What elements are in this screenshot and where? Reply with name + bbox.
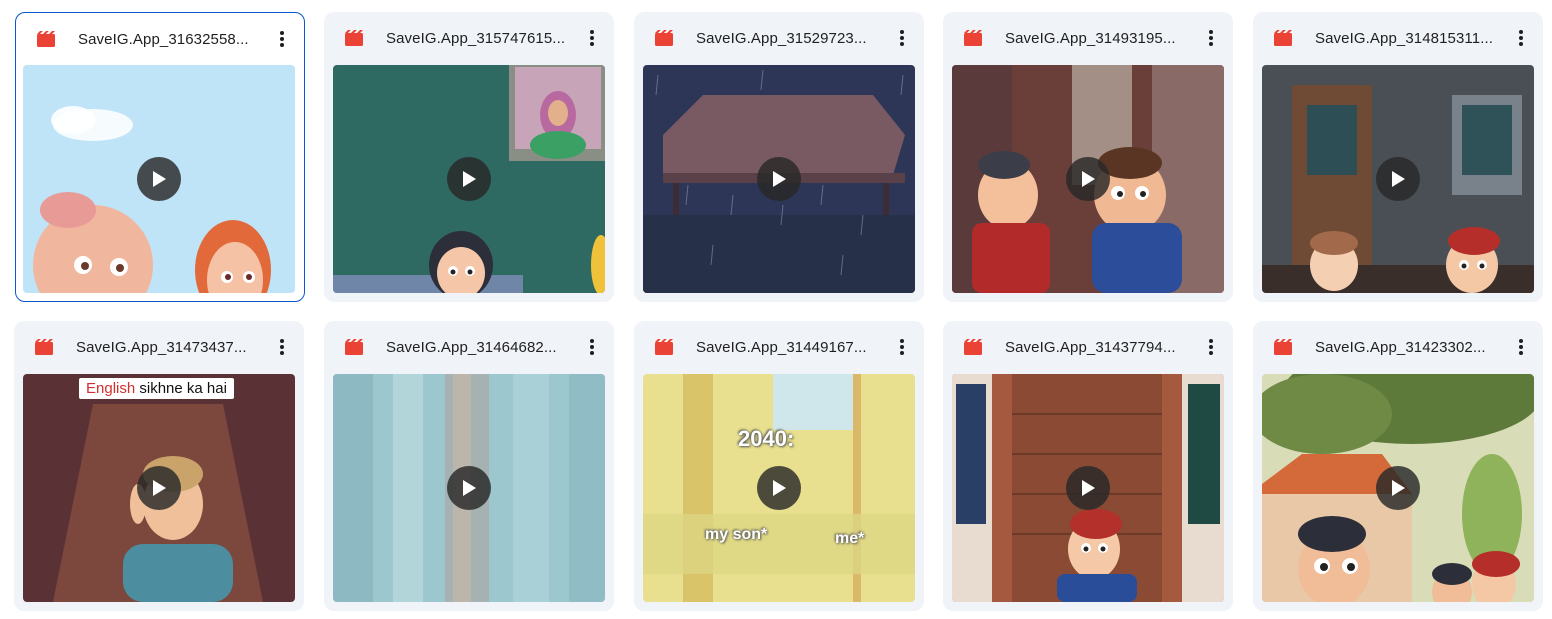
- play-icon: [153, 171, 166, 187]
- file-card[interactable]: SaveIG.App_314815311...: [1253, 12, 1543, 302]
- video-caption-year: 2040:: [738, 426, 795, 451]
- video-file-icon: [655, 339, 673, 355]
- file-card[interactable]: SaveIG.App_31493195...: [943, 12, 1233, 302]
- play-button[interactable]: [137, 157, 181, 201]
- file-name: SaveIG.App_31449167...: [696, 339, 867, 356]
- play-button[interactable]: [447, 157, 491, 201]
- card-header: SaveIG.App_314815311...: [1253, 12, 1543, 64]
- video-file-icon: [1274, 30, 1292, 46]
- card-header: SaveIG.App_31423302...: [1253, 321, 1543, 373]
- card-header: SaveIG.App_31464682...: [324, 321, 614, 373]
- video-file-icon: [655, 30, 673, 46]
- card-header: SaveIG.App_31529723...: [634, 12, 924, 64]
- caption-highlight: English: [86, 380, 136, 397]
- file-card[interactable]: SaveIG.App_31632558...: [15, 12, 305, 302]
- video-thumbnail[interactable]: [1262, 374, 1534, 602]
- file-name: SaveIG.App_31437794...: [1005, 339, 1176, 356]
- more-actions-button[interactable]: [578, 333, 606, 361]
- card-header: SaveIG.App_315747615...: [324, 12, 614, 64]
- file-card[interactable]: SaveIG.App_31423302...: [1253, 321, 1543, 611]
- play-icon: [463, 480, 476, 496]
- file-name: SaveIG.App_31493195...: [1005, 30, 1176, 47]
- more-vert-icon: [1209, 339, 1213, 355]
- file-name: SaveIG.App_31423302...: [1315, 339, 1486, 356]
- play-icon: [463, 171, 476, 187]
- file-card[interactable]: SaveIG.App_31449167... 2040: my son* me*: [634, 321, 924, 611]
- card-header: SaveIG.App_31449167...: [634, 321, 924, 373]
- more-actions-button[interactable]: [268, 25, 296, 53]
- file-card[interactable]: SaveIG.App_31529723...: [634, 12, 924, 302]
- more-vert-icon: [280, 339, 284, 355]
- caption-rest: sikhne ka hai: [139, 380, 227, 397]
- video-thumbnail[interactable]: [643, 65, 915, 293]
- more-vert-icon: [280, 31, 284, 47]
- play-button[interactable]: [757, 466, 801, 510]
- play-button[interactable]: [757, 157, 801, 201]
- play-icon: [1392, 171, 1405, 187]
- file-name: SaveIG.App_31632558...: [78, 31, 249, 48]
- play-button[interactable]: [1066, 466, 1110, 510]
- file-name: SaveIG.App_315747615...: [386, 30, 566, 47]
- card-header: SaveIG.App_31473437...: [14, 321, 304, 373]
- play-button[interactable]: [1066, 157, 1110, 201]
- file-name: SaveIG.App_31473437...: [76, 339, 247, 356]
- more-actions-button[interactable]: [578, 24, 606, 52]
- video-thumbnail[interactable]: [333, 374, 605, 602]
- play-icon: [1082, 171, 1095, 187]
- more-actions-button[interactable]: [1197, 333, 1225, 361]
- more-vert-icon: [1519, 339, 1523, 355]
- more-vert-icon: [590, 30, 594, 46]
- video-caption-me: me*: [835, 530, 865, 547]
- play-icon: [773, 171, 786, 187]
- video-thumbnail[interactable]: [952, 374, 1224, 602]
- file-card[interactable]: SaveIG.App_31473437... English sikhne ka…: [14, 321, 304, 611]
- video-thumbnail[interactable]: [952, 65, 1224, 293]
- more-actions-button[interactable]: [888, 333, 916, 361]
- more-vert-icon: [900, 339, 904, 355]
- video-thumbnail[interactable]: English sikhne ka hai: [23, 374, 295, 602]
- play-icon: [1392, 480, 1405, 496]
- file-name: SaveIG.App_314815311...: [1315, 30, 1493, 47]
- video-caption-son: my son*: [705, 526, 768, 543]
- play-button[interactable]: [1376, 466, 1420, 510]
- play-icon: [153, 480, 166, 496]
- more-actions-button[interactable]: [268, 333, 296, 361]
- more-actions-button[interactable]: [1197, 24, 1225, 52]
- video-thumbnail[interactable]: 2040: my son* me*: [643, 374, 915, 602]
- file-name: SaveIG.App_31464682...: [386, 339, 557, 356]
- more-actions-button[interactable]: [1507, 24, 1535, 52]
- file-grid: SaveIG.App_31632558... SaveIG.App_315747…: [0, 0, 1552, 619]
- video-thumbnail[interactable]: [1262, 65, 1534, 293]
- video-file-icon: [964, 30, 982, 46]
- video-file-icon: [964, 339, 982, 355]
- file-card[interactable]: SaveIG.App_31437794...: [943, 321, 1233, 611]
- video-file-icon: [1274, 339, 1292, 355]
- card-header: SaveIG.App_31493195...: [943, 12, 1233, 64]
- play-button[interactable]: [137, 466, 181, 510]
- more-vert-icon: [1209, 30, 1213, 46]
- video-caption: English sikhne ka hai: [79, 378, 234, 399]
- video-file-icon: [35, 339, 53, 355]
- file-name: SaveIG.App_31529723...: [696, 30, 867, 47]
- file-card[interactable]: SaveIG.App_31464682...: [324, 321, 614, 611]
- video-file-icon: [345, 339, 363, 355]
- card-header: SaveIG.App_31632558...: [16, 13, 304, 65]
- more-vert-icon: [1519, 30, 1523, 46]
- video-file-icon: [37, 31, 55, 47]
- video-file-icon: [345, 30, 363, 46]
- video-thumbnail[interactable]: [333, 65, 605, 293]
- card-header: SaveIG.App_31437794...: [943, 321, 1233, 373]
- more-vert-icon: [900, 30, 904, 46]
- video-thumbnail[interactable]: [23, 65, 295, 293]
- file-card[interactable]: SaveIG.App_315747615...: [324, 12, 614, 302]
- more-vert-icon: [590, 339, 594, 355]
- play-button[interactable]: [1376, 157, 1420, 201]
- play-button[interactable]: [447, 466, 491, 510]
- more-actions-button[interactable]: [1507, 333, 1535, 361]
- play-icon: [1082, 480, 1095, 496]
- more-actions-button[interactable]: [888, 24, 916, 52]
- play-icon: [773, 480, 786, 496]
